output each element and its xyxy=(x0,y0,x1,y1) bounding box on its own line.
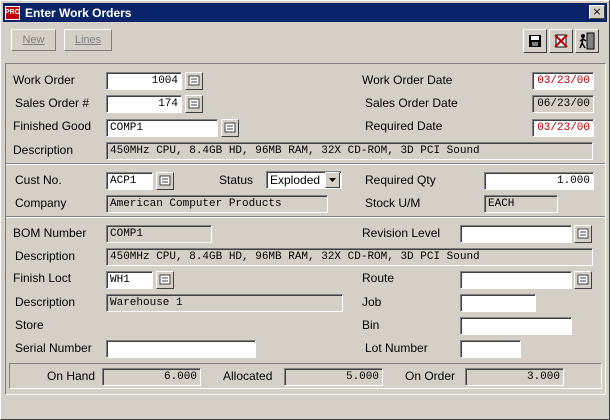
required-date-label: Required Date xyxy=(365,119,443,133)
job-field[interactable] xyxy=(460,294,536,312)
save-button[interactable] xyxy=(523,29,547,53)
status-value: Exploded xyxy=(270,173,321,187)
lot-number-field[interactable] xyxy=(460,340,521,358)
on-hand-field: 6.000 xyxy=(102,368,201,386)
on-hand-label: On Hand xyxy=(47,369,96,383)
required-qty-label: Required Qty xyxy=(365,173,436,187)
lookup-icon xyxy=(159,175,171,186)
stock-um-label: Stock U/M xyxy=(365,196,421,210)
route-field[interactable] xyxy=(460,271,572,289)
description-field: 450MHz CPU, 8.4GB HD, 96MB RAM, 32X CD-R… xyxy=(106,142,593,160)
section-divider xyxy=(6,216,605,218)
sales-order-date-field: 06/23/00 xyxy=(532,95,594,113)
lot-number-label: Lot Number xyxy=(365,341,428,355)
save-icon xyxy=(529,35,541,47)
bom-description-label: Description xyxy=(15,249,76,263)
status-label: Status xyxy=(219,173,254,187)
store-label: Store xyxy=(15,318,44,332)
serial-number-label: Serial Number xyxy=(15,341,92,355)
cust-no-field[interactable]: ACP1 xyxy=(106,172,153,190)
description-label: Description xyxy=(13,143,74,157)
bom-number-field: COMP1 xyxy=(106,225,212,243)
bom-description-field: 450MHz CPU, 8.4GB HD, 96MB RAM, 32X CD-R… xyxy=(106,248,593,266)
finish-loct-field[interactable]: WH1 xyxy=(106,271,153,289)
delete-icon xyxy=(554,34,568,48)
sales-order-date-label: Sales Order Date xyxy=(365,96,458,110)
bin-field[interactable] xyxy=(460,317,572,335)
status-dropdown-button[interactable] xyxy=(325,172,340,188)
work-order-lookup-button[interactable] xyxy=(185,72,203,90)
lookup-icon xyxy=(188,75,200,86)
finish-loct-label: Finish Loct xyxy=(13,271,72,285)
chevron-down-icon xyxy=(329,178,336,182)
finish-loct-lookup-button[interactable] xyxy=(156,271,174,289)
revision-level-field[interactable] xyxy=(460,225,572,243)
lookup-icon xyxy=(577,274,589,285)
cust-no-lookup-button[interactable] xyxy=(156,172,174,190)
revision-level-label: Revision Level xyxy=(362,226,441,240)
allocated-field: 5.000 xyxy=(284,368,383,386)
route-lookup-button[interactable] xyxy=(574,271,592,289)
revision-level-lookup-button[interactable] xyxy=(574,225,592,243)
exit-button[interactable] xyxy=(575,29,599,53)
lookup-icon xyxy=(577,228,589,239)
window-title: Enter Work Orders xyxy=(25,5,132,20)
allocated-label: Allocated xyxy=(223,369,273,383)
close-button[interactable]: × xyxy=(589,5,605,19)
route-label: Route xyxy=(362,271,395,285)
lines-button[interactable]: Lines xyxy=(64,29,112,51)
sales-order-lookup-button[interactable] xyxy=(185,95,203,113)
company-label: Company xyxy=(15,196,67,210)
cust-no-label: Cust No. xyxy=(15,173,62,187)
work-order-date-field[interactable]: 03/23/00 xyxy=(532,72,594,90)
loct-description-label: Description xyxy=(15,295,76,309)
app-icon: PRO xyxy=(5,5,20,20)
work-order-field[interactable]: 1004 xyxy=(106,72,182,90)
lookup-icon xyxy=(159,274,171,285)
stock-um-field: EACH xyxy=(484,195,558,213)
serial-number-field[interactable] xyxy=(106,340,256,358)
work-order-date-label: Work Order Date xyxy=(362,73,453,87)
work-order-label: Work Order xyxy=(13,73,75,87)
required-qty-field[interactable]: 1.000 xyxy=(484,172,594,190)
work-orders-window: PRO Enter Work Orders × New Lines Work O… xyxy=(0,0,610,420)
on-order-label: On Order xyxy=(405,369,456,383)
job-label: Job xyxy=(362,295,382,309)
lookup-icon xyxy=(224,122,236,133)
finished-good-label: Finished Good xyxy=(13,119,92,133)
company-field: American Computer Products xyxy=(106,195,328,213)
finished-good-field[interactable]: COMP1 xyxy=(106,119,218,137)
sales-order-label: Sales Order # xyxy=(15,96,90,110)
title-bar[interactable]: PRO Enter Work Orders × xyxy=(3,3,607,22)
required-date-field[interactable]: 03/23/00 xyxy=(532,119,594,137)
section-divider xyxy=(6,163,605,165)
bin-label: Bin xyxy=(362,318,380,332)
lookup-icon xyxy=(188,98,200,109)
new-button[interactable]: New xyxy=(11,29,56,51)
on-order-field: 3.000 xyxy=(465,368,564,386)
delete-button[interactable] xyxy=(549,29,573,53)
finished-good-lookup-button[interactable] xyxy=(221,119,239,137)
loct-description-field: Warehouse 1 xyxy=(106,294,343,312)
sales-order-field[interactable]: 174 xyxy=(106,95,182,113)
exit-icon xyxy=(579,32,595,50)
bom-number-label: BOM Number xyxy=(13,226,87,240)
